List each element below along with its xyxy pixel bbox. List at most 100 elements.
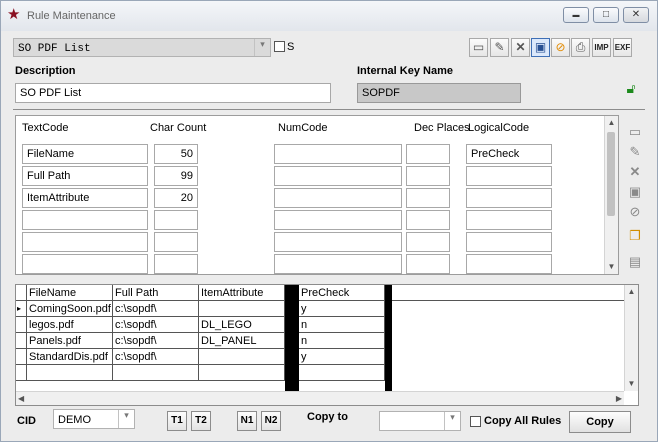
grid-header-precheck[interactable]: PreCheck [299,285,385,301]
decplaces-cell[interactable] [406,254,450,274]
t2-button[interactable]: T2 [191,411,211,431]
grid-empty-cell[interactable] [299,365,385,381]
grid-cell-itemattribute[interactable] [199,301,285,317]
scroll-thumb[interactable] [607,132,615,216]
charcount-cell[interactable] [154,274,198,275]
t1-button[interactable]: T1 [167,411,187,431]
save-line-icon[interactable]: ▣ [625,183,645,201]
import-button[interactable]: IMP [592,38,611,57]
paste-line-icon[interactable]: ▤ [625,253,645,271]
textcode-cell[interactable]: FileName [22,144,148,164]
logicalcode-cell[interactable] [466,232,552,252]
grid-cell-filename[interactable]: StandardDis.pdf [27,349,113,365]
grid-cell-precheck[interactable]: y [299,301,385,317]
charcount-cell[interactable] [154,210,198,230]
logicalcode-cell[interactable] [466,274,552,275]
edit-line-icon[interactable]: ✎ [625,143,645,161]
numcode-cell[interactable] [274,232,402,252]
grid-header-itemattribute[interactable]: ItemAttribute [199,285,285,301]
textcode-cell[interactable]: Full Path [22,166,148,186]
grid-cell-precheck[interactable]: n [299,317,385,333]
save-record-button[interactable]: ▣ [531,38,550,57]
logicalcode-cell[interactable] [466,254,552,274]
decplaces-cell[interactable] [406,274,450,275]
cid-chevron-down-icon[interactable]: ▾ [118,410,134,428]
scroll-down-icon[interactable]: ▼ [605,260,618,274]
numcode-cell[interactable] [274,210,402,230]
cid-select[interactable]: DEMO ▾ [53,409,135,429]
textcode-cell[interactable] [22,274,148,275]
copy-all-rules-checkbox[interactable] [470,416,481,427]
new-line-icon[interactable]: ▭ [625,123,645,141]
charcount-cell[interactable] [154,254,198,274]
grid-cell-precheck[interactable]: n [299,333,385,349]
grid-cell-itemattribute[interactable] [199,349,285,365]
charcount-cell[interactable]: 20 [154,188,198,208]
charcount-cell[interactable]: 50 [154,144,198,164]
delete-line-icon[interactable]: ✕ [625,163,645,181]
description-input[interactable]: SO PDF List [15,83,331,103]
grid-header-filename[interactable]: FileName [27,285,113,301]
decplaces-cell[interactable] [406,144,450,164]
grid-empty-cell[interactable] [27,365,113,381]
copy-button[interactable]: Copy [569,411,631,433]
grid-scroll-up-icon[interactable]: ▲ [625,285,638,299]
numcode-cell[interactable] [274,274,402,275]
minimize-button[interactable]: ▬ [563,7,589,23]
s-checkbox[interactable] [274,41,285,52]
decplaces-cell[interactable] [406,188,450,208]
textcode-cell[interactable]: ItemAttribute [22,188,148,208]
grid-header-fullpath[interactable]: Full Path [113,285,199,301]
grid-cell-fullpath[interactable]: c:\sopdf\ [113,349,199,365]
cancel-line-icon[interactable]: ⊘ [625,203,645,221]
decplaces-cell[interactable] [406,210,450,230]
export-button[interactable]: EXF [613,38,632,57]
grid-cell-fullpath[interactable]: c:\sopdf\ [113,301,199,317]
textcode-cell[interactable] [22,254,148,274]
logicalcode-cell[interactable]: PreCheck [466,144,552,164]
rule-select[interactable]: SO PDF List ▾ [13,38,271,57]
print-button[interactable]: ⎙ [571,38,590,57]
grid-empty-cell[interactable] [113,365,199,381]
numcode-cell[interactable] [274,166,402,186]
logicalcode-cell[interactable] [466,166,552,186]
charcount-cell[interactable]: 99 [154,166,198,186]
close-button[interactable]: ✕ [623,7,649,23]
fields-vertical-scrollbar[interactable]: ▲ ▼ [604,116,618,274]
grid-cell-precheck[interactable]: y [299,349,385,365]
copy-line-icon[interactable]: ❐ [625,227,645,245]
unlock-icon[interactable]: 🔓︎ [621,80,641,98]
grid-cell-itemattribute[interactable]: DL_PANEL [199,333,285,349]
grid-scroll-left-icon[interactable]: ◀ [18,394,24,403]
maximize-button[interactable]: □ [593,7,619,23]
grid-cell-itemattribute[interactable]: DL_LEGO [199,317,285,333]
numcode-cell[interactable] [274,144,402,164]
cancel-record-button[interactable]: ⊘ [551,38,570,57]
logicalcode-cell[interactable] [466,210,552,230]
copy-to-select[interactable]: ▾ [379,411,461,431]
scroll-up-icon[interactable]: ▲ [605,116,618,130]
copy-to-chevron-down-icon[interactable]: ▾ [444,412,460,430]
grid-vertical-scrollbar[interactable]: ▲ ▼ [624,285,638,391]
grid-cell-filename[interactable]: legos.pdf [27,317,113,333]
numcode-cell[interactable] [274,254,402,274]
n1-button[interactable]: N1 [237,411,257,431]
grid-cell-fullpath[interactable]: c:\sopdf\ [113,333,199,349]
textcode-cell[interactable] [22,232,148,252]
edit-record-button[interactable]: ✎ [490,38,509,57]
charcount-cell[interactable] [154,232,198,252]
internal-key-input[interactable]: SOPDF [357,83,521,103]
title-bar[interactable]: ★ Rule Maintenance ▬ □ ✕ [1,1,657,31]
decplaces-cell[interactable] [406,232,450,252]
grid-scroll-right-icon[interactable]: ▶ [616,394,622,403]
decplaces-cell[interactable] [406,166,450,186]
textcode-cell[interactable] [22,210,148,230]
numcode-cell[interactable] [274,188,402,208]
logicalcode-cell[interactable] [466,188,552,208]
chevron-down-icon[interactable]: ▾ [254,39,270,56]
n2-button[interactable]: N2 [261,411,281,431]
delete-record-button[interactable]: ✕ [511,38,530,57]
grid-cell-filename[interactable]: ComingSoon.pdf [27,301,113,317]
grid-cell-filename[interactable]: Panels.pdf [27,333,113,349]
grid-scroll-down-icon[interactable]: ▼ [625,377,638,391]
